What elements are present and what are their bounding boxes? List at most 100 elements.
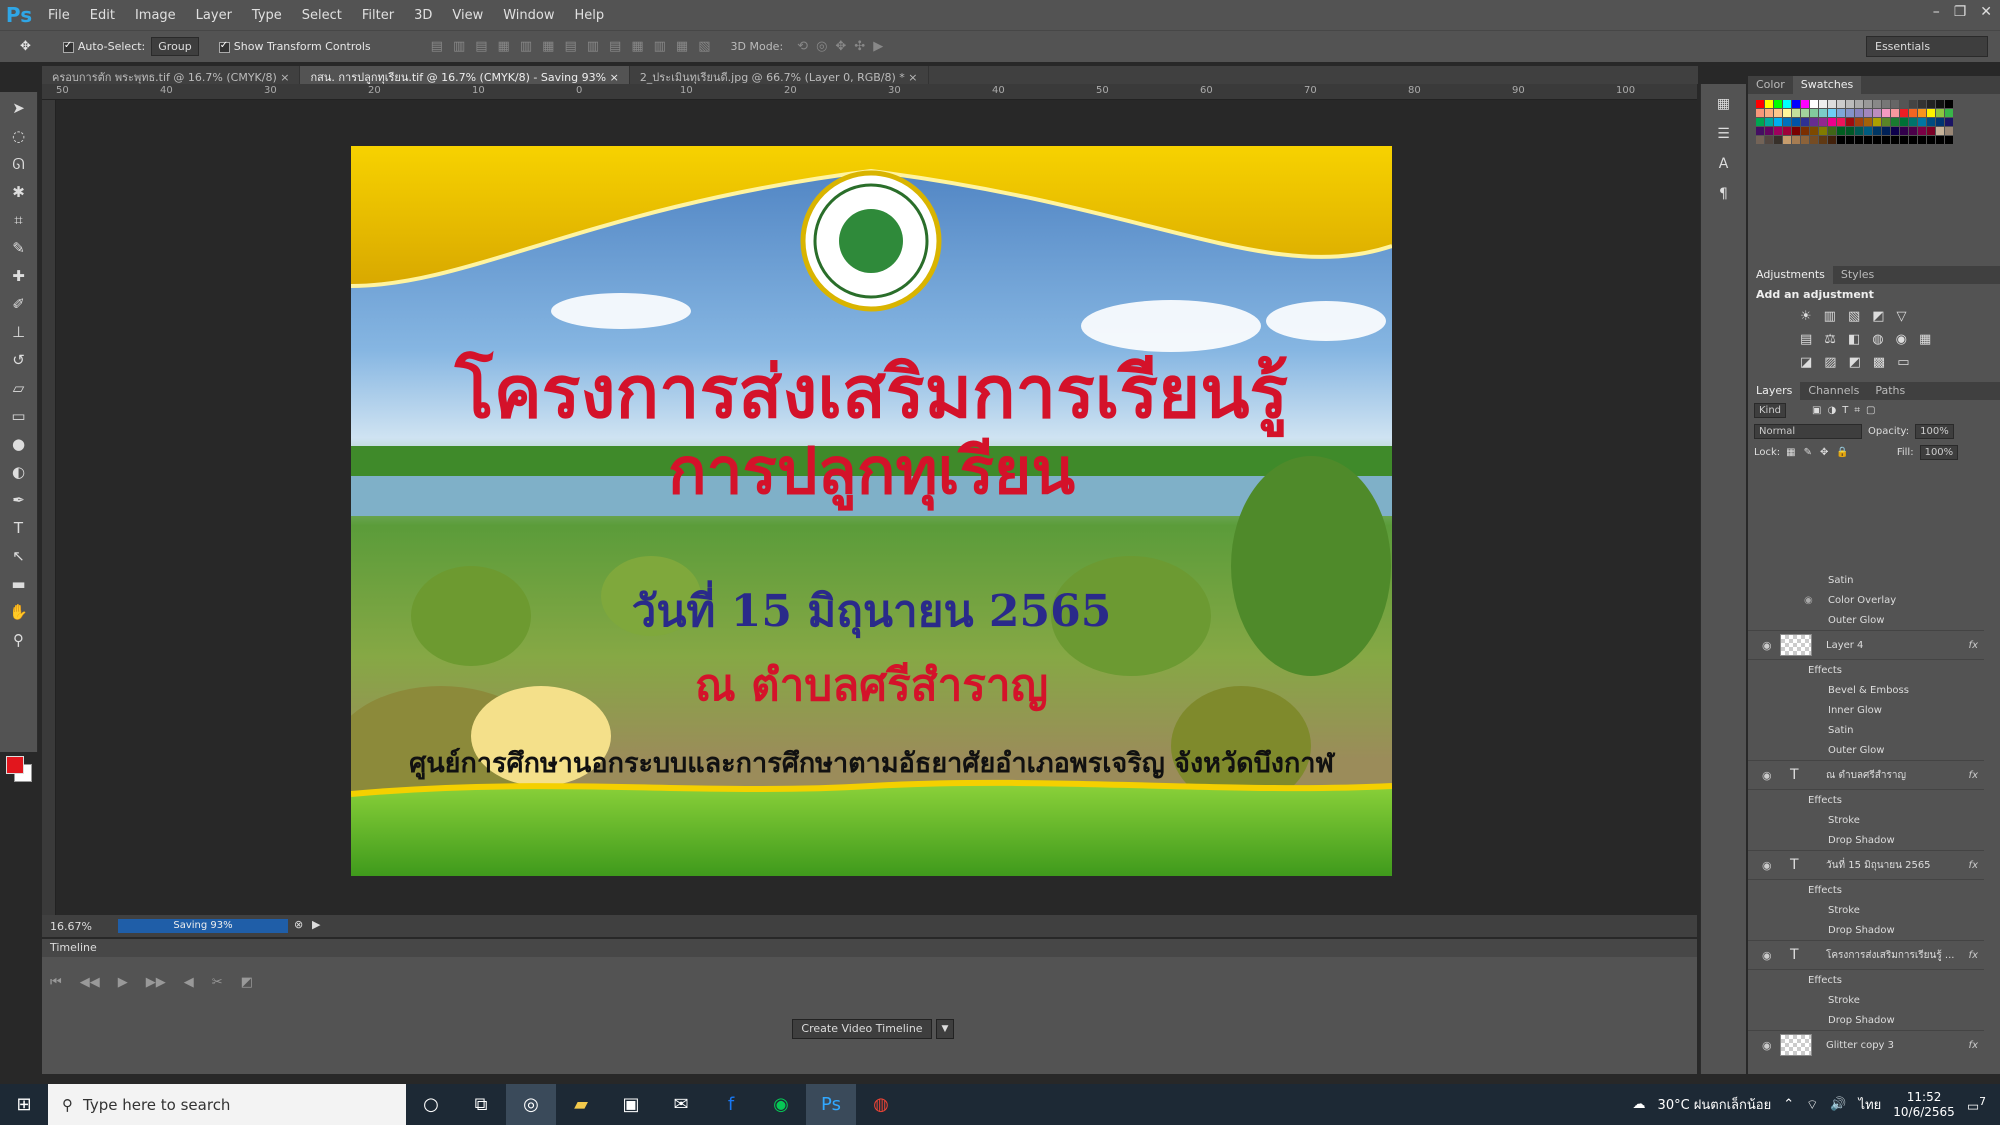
weather-icon[interactable]: ☁ [1633,1097,1646,1112]
color-swatch[interactable] [1765,127,1773,135]
color-swatch[interactable] [1873,118,1881,126]
color-swatch[interactable] [1810,127,1818,135]
color-swatch[interactable] [1828,109,1836,117]
color-swatch[interactable] [1873,100,1881,108]
exposure-icon[interactable]: ◩ [1872,309,1884,324]
color-swatch[interactable] [1801,118,1809,126]
hand-tool-icon[interactable]: ✋ [6,602,32,622]
color-swatch[interactable] [1846,136,1854,144]
align-bottom-icon[interactable]: ▤ [475,39,487,54]
lock-icons[interactable]: ▦✎✥🔒 [1786,447,1857,458]
restore-button[interactable]: ❐ [1954,4,1967,20]
fill-input[interactable]: 100% [1919,445,1959,460]
clock[interactable]: 11:52 10/6/2565 [1893,1090,1955,1120]
color-swatch[interactable] [1810,109,1818,117]
close-icon[interactable]: × [280,71,289,84]
layer-effect-item[interactable]: Drop Shadow [1748,1010,1984,1030]
color-swatch[interactable] [1810,100,1818,108]
path-selection-tool-icon[interactable]: ↖ [6,546,32,566]
layer-row-text-title[interactable]: ◉ T โครงการส่งเสริมการเรียนรู้ ... fx [1748,940,1984,970]
color-swatch[interactable] [1801,109,1809,117]
color-swatch[interactable] [1918,109,1926,117]
color-swatch[interactable] [1855,136,1863,144]
hue-saturation-icon[interactable]: ▤ [1800,332,1812,347]
tab-channels[interactable]: Channels [1800,382,1867,400]
color-swatch[interactable] [1765,136,1773,144]
tab-document-2[interactable]: กสน. การปลูกทุเรียน.tif @ 16.7% (CMYK/8)… [300,66,630,84]
threshold-icon[interactable]: ◩ [1849,355,1861,370]
color-balance-icon[interactable]: ⚖ [1824,332,1836,347]
color-swatch[interactable] [1792,100,1800,108]
color-swatch[interactable] [1909,109,1917,117]
color-swatch[interactable] [1864,118,1872,126]
split-icon[interactable]: ✂ [212,975,223,990]
distribute-left-icon[interactable]: ▦ [631,39,643,54]
distribute-top-icon[interactable]: ▤ [564,39,576,54]
layer-name[interactable]: ณ ตำบลศรีสำราญ [1826,768,1906,783]
color-swatch[interactable] [1891,109,1899,117]
minimize-button[interactable]: – [1933,4,1940,20]
color-swatch[interactable] [1846,100,1854,108]
color-swatch[interactable] [1882,100,1890,108]
color-swatch[interactable] [1765,100,1773,108]
color-swatch[interactable] [1801,100,1809,108]
color-swatch[interactable] [1936,118,1944,126]
history-brush-tool-icon[interactable]: ↺ [6,350,32,370]
layer-row-glitter[interactable]: ◉ Glitter copy 3 fx [1748,1030,1984,1056]
invert-icon[interactable]: ◪ [1800,355,1812,370]
layer-effect-item[interactable]: Stroke [1748,990,1984,1010]
transition-icon[interactable]: ◩ [241,975,253,990]
color-swatch[interactable] [1918,136,1926,144]
taskbar-search-box[interactable]: ⚲ Type here to search [48,1084,406,1125]
tab-paths[interactable]: Paths [1867,382,1913,400]
eye-icon[interactable]: ◉ [1762,769,1772,782]
photoshop-taskbar-icon[interactable]: Ps [806,1084,856,1125]
color-swatch[interactable] [1837,136,1845,144]
eye-icon[interactable]: ◉ [1762,949,1772,962]
color-swatch[interactable] [1855,109,1863,117]
layer-effect-item[interactable]: Bevel & Emboss [1748,680,1984,700]
menu-select[interactable]: Select [292,8,352,23]
eraser-tool-icon[interactable]: ▱ [6,378,32,398]
layer-effect-item[interactable]: Inner Glow [1748,700,1984,720]
align-right-icon[interactable]: ▦ [542,39,554,54]
auto-select-dropdown[interactable]: Group [151,37,199,56]
layer-effect-item[interactable]: ◉ Color Overlay [1748,590,1984,610]
color-swatch[interactable] [1873,136,1881,144]
color-swatch[interactable] [1810,136,1818,144]
color-swatch[interactable] [1801,127,1809,135]
layer-effect-item[interactable]: Satin [1748,720,1984,740]
layer-row-text-date[interactable]: ◉ T วันที่ 15 มิถุนายน 2565 fx [1748,850,1984,880]
foreground-color-swatch[interactable] [6,756,24,774]
color-swatch[interactable] [1927,127,1935,135]
color-swatch[interactable] [1819,136,1827,144]
previous-frame-icon[interactable]: ◀◀ [80,975,100,990]
3d-mode-icons[interactable]: ⟲◎✥✣▶ [797,39,891,54]
color-swatch[interactable] [1882,136,1890,144]
layer-row-text-location[interactable]: ◉ T ณ ตำบลศรีสำราญ fx [1748,760,1984,790]
layer-effect-item[interactable]: Satin [1748,570,1984,590]
color-swatch[interactable] [1819,118,1827,126]
opacity-input[interactable]: 100% [1915,424,1954,439]
effects-group[interactable]: Effects [1748,790,1984,810]
layer-name[interactable]: วันที่ 15 มิถุนายน 2565 [1826,858,1931,873]
create-video-timeline-button[interactable]: Create Video Timeline [792,1019,932,1039]
gradient-map-icon[interactable]: ▭ [1897,355,1909,370]
color-swatch[interactable] [1828,136,1836,144]
color-swatch[interactable] [1891,127,1899,135]
color-swatch[interactable] [1891,100,1899,108]
edge-browser-icon[interactable]: ◎ [506,1084,556,1125]
next-frame-icon[interactable]: ▶▶ [146,975,166,990]
color-swatch[interactable] [1828,118,1836,126]
color-swatch[interactable] [1855,118,1863,126]
color-swatch[interactable] [1945,127,1953,135]
effects-group[interactable]: Effects [1748,880,1984,900]
zoom-level[interactable]: 16.67% [50,920,92,933]
color-swatch[interactable] [1927,118,1935,126]
posterize-icon[interactable]: ▨ [1824,355,1836,370]
color-swatch[interactable] [1900,127,1908,135]
close-button[interactable]: ✕ [1980,4,1992,20]
curves-icon[interactable]: ▧ [1848,309,1860,324]
color-swatch[interactable] [1765,118,1773,126]
color-swatch[interactable] [1864,109,1872,117]
